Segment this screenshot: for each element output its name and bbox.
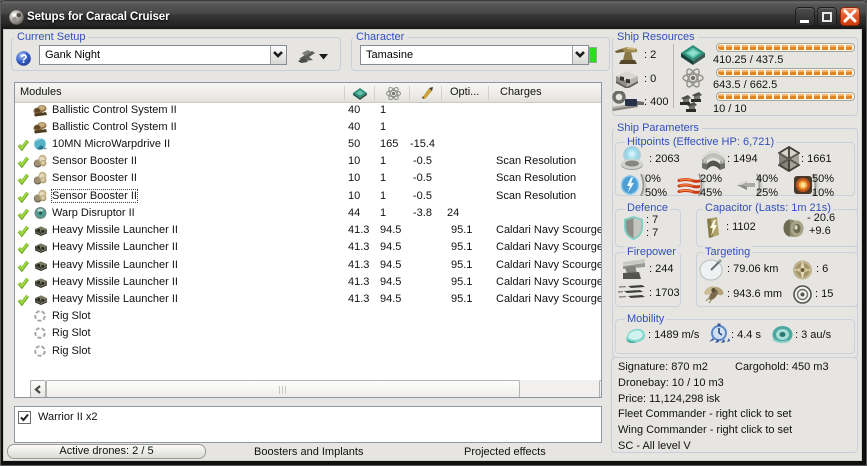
svg-text:?: ?: [20, 52, 27, 66]
